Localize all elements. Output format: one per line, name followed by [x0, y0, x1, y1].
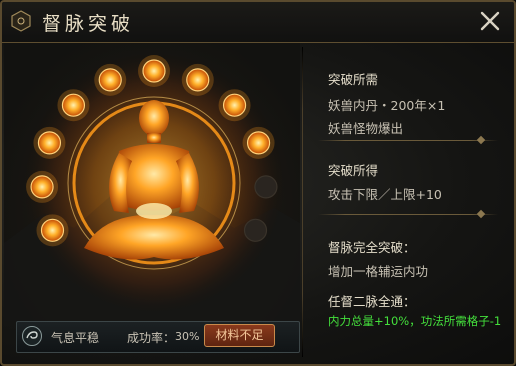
status-bar: 气息平稳 成功率： 30% 材料不足	[16, 321, 300, 353]
window-title: 督脉突破	[42, 13, 135, 35]
qi-swirl-icon	[22, 326, 42, 346]
requirements-title: 突破所需	[328, 72, 379, 87]
success-rate-value: 30%	[175, 330, 200, 343]
qi-state-text: 气息平稳	[51, 331, 100, 345]
meridian-node-lit	[222, 93, 247, 117]
reward-line: 攻击下限／上限+10	[328, 187, 442, 202]
meridian-node-lit	[186, 68, 210, 92]
section-separator	[318, 209, 498, 219]
title-bar: 督脉突破	[2, 2, 514, 43]
rewards-title: 突破所得	[328, 163, 379, 178]
meridian-node-dim	[254, 175, 278, 199]
meridian-node-lit	[98, 68, 122, 92]
full-breakthrough-line: 增加一格辅运内功	[328, 264, 429, 279]
meridian-emblem-icon	[11, 10, 31, 32]
requirement-item: 妖兽内丹・200年×1	[328, 98, 446, 113]
meridian-node-lit	[61, 93, 86, 117]
both-meridians-title: 任督二脉全通：	[328, 294, 416, 309]
breakthrough-window: 督脉突破 气息平稳 成功率： 30% 材料不足 突破所需 妖兽内丹・200年×1…	[0, 0, 516, 366]
meridian-node-dim	[243, 218, 268, 242]
meridian-node-lit	[246, 131, 271, 155]
meridian-art	[4, 43, 300, 321]
section-separator	[318, 135, 498, 145]
meridian-node-lit	[37, 131, 62, 155]
both-meridians-line: 内力总量+10%，功法所需格子-1	[328, 314, 502, 328]
meridian-illustration	[4, 48, 300, 321]
success-rate-label: 成功率：	[127, 331, 176, 345]
insufficient-materials-button[interactable]: 材料不足	[204, 324, 275, 347]
close-icon[interactable]	[478, 9, 502, 33]
requirement-source: 妖兽怪物爆出	[328, 121, 404, 136]
meridian-node-lit	[142, 59, 166, 83]
meridian-node-lit	[40, 218, 65, 242]
meridian-node-lit	[30, 175, 54, 199]
full-breakthrough-title: 督脉完全突破：	[328, 240, 416, 255]
info-panel: 突破所需 妖兽内丹・200年×1 妖兽怪物爆出 突破所得 攻击下限／上限+10 …	[302, 43, 514, 363]
